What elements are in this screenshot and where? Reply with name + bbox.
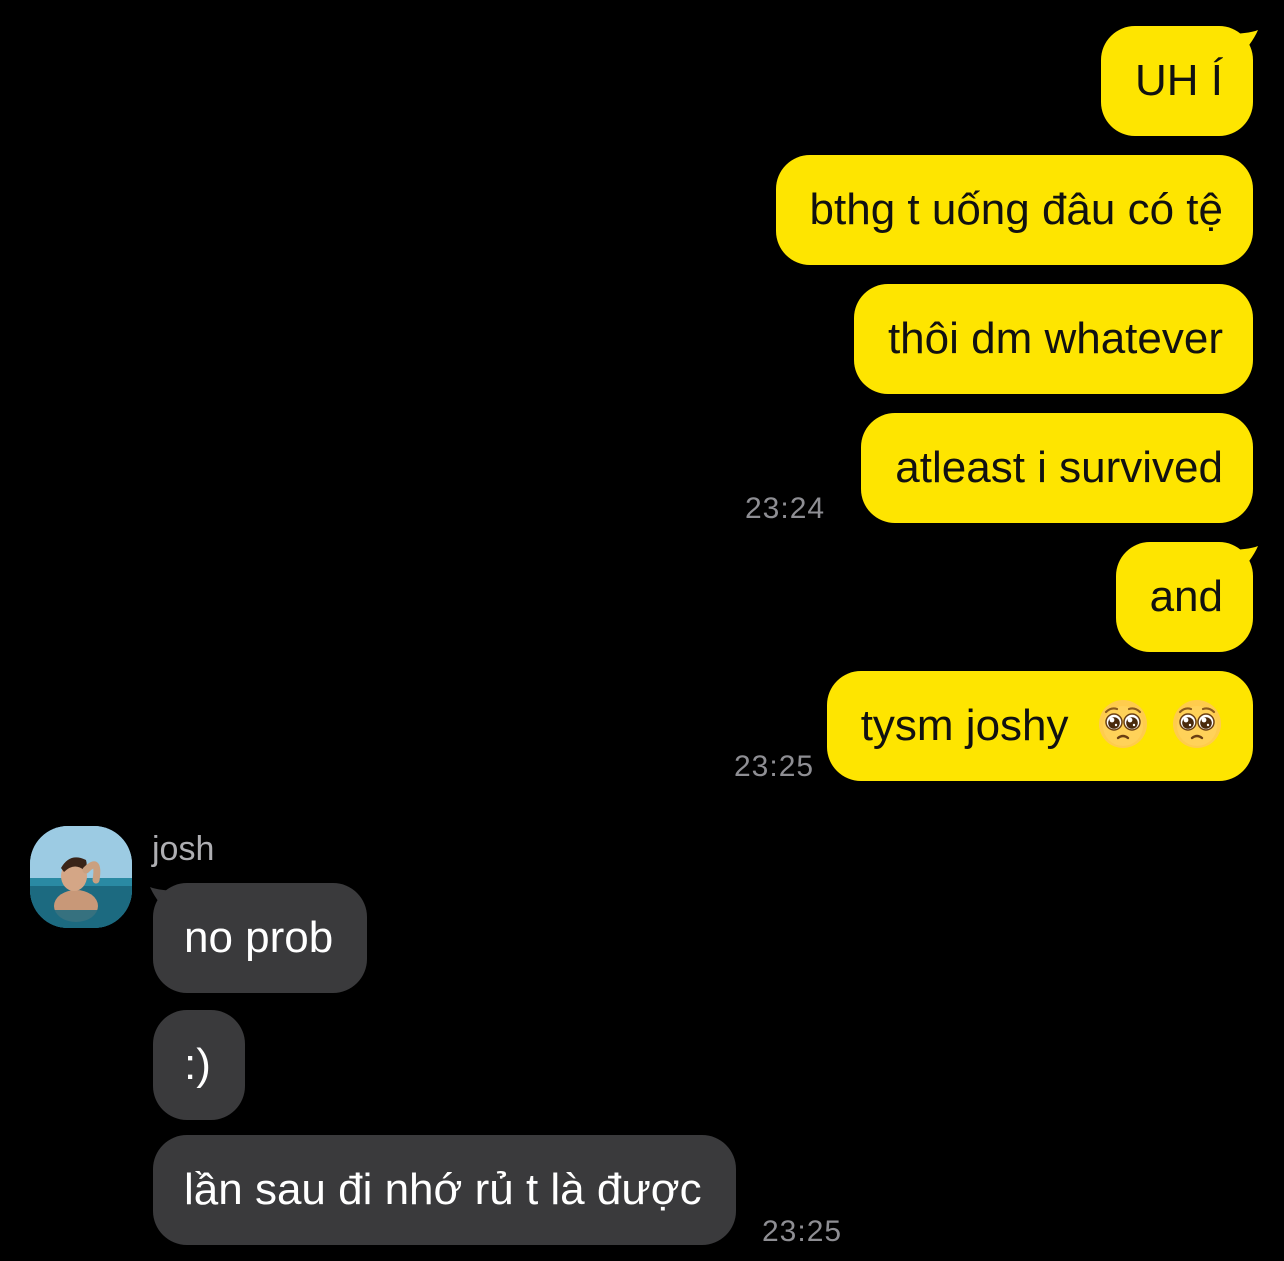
- message-text: atleast i survived: [895, 443, 1223, 492]
- sender-name: josh: [152, 830, 215, 868]
- message-text: thôi dm whatever: [887, 314, 1223, 363]
- outgoing-message[interactable]: UH Í: [1101, 26, 1253, 136]
- outgoing-message[interactable]: and: [1115, 542, 1253, 652]
- message-text: UH Í: [1135, 56, 1223, 105]
- incoming-message[interactable]: lần sau đi nhớ rủ t là được: [153, 1135, 736, 1245]
- pleading-face-emoji: [1173, 700, 1221, 749]
- pleading-face-emoji: [1098, 700, 1147, 749]
- outgoing-message[interactable]: atleast i survived: [861, 413, 1253, 523]
- outgoing-message[interactable]: bthg t uống đâu có tệ: [775, 155, 1253, 265]
- contact-avatar[interactable]: [30, 826, 132, 928]
- avatar-photo: [30, 826, 132, 928]
- outgoing-message[interactable]: thôi dm whatever: [853, 284, 1253, 394]
- message-text: bthg t uống đâu có tệ: [809, 185, 1223, 234]
- chat-thread: UH Í bthg t uống đâu có tệ thôi dm whate…: [0, 0, 1284, 1261]
- outgoing-message[interactable]: tysm joshy: [826, 671, 1253, 781]
- incoming-message[interactable]: :): [153, 1010, 245, 1120]
- message-timestamp: 23:25: [762, 1215, 843, 1248]
- message-text: :): [184, 1040, 211, 1089]
- incoming-message[interactable]: no prob: [153, 883, 368, 993]
- message-timestamp: 23:24: [745, 492, 826, 525]
- message-text: and: [1149, 572, 1223, 621]
- message-text: lần sau đi nhớ rủ t là được: [184, 1165, 702, 1214]
- message-timestamp: 23:25: [734, 750, 815, 783]
- message-text: no prob: [184, 913, 334, 962]
- message-text: tysm joshy: [860, 701, 1069, 750]
